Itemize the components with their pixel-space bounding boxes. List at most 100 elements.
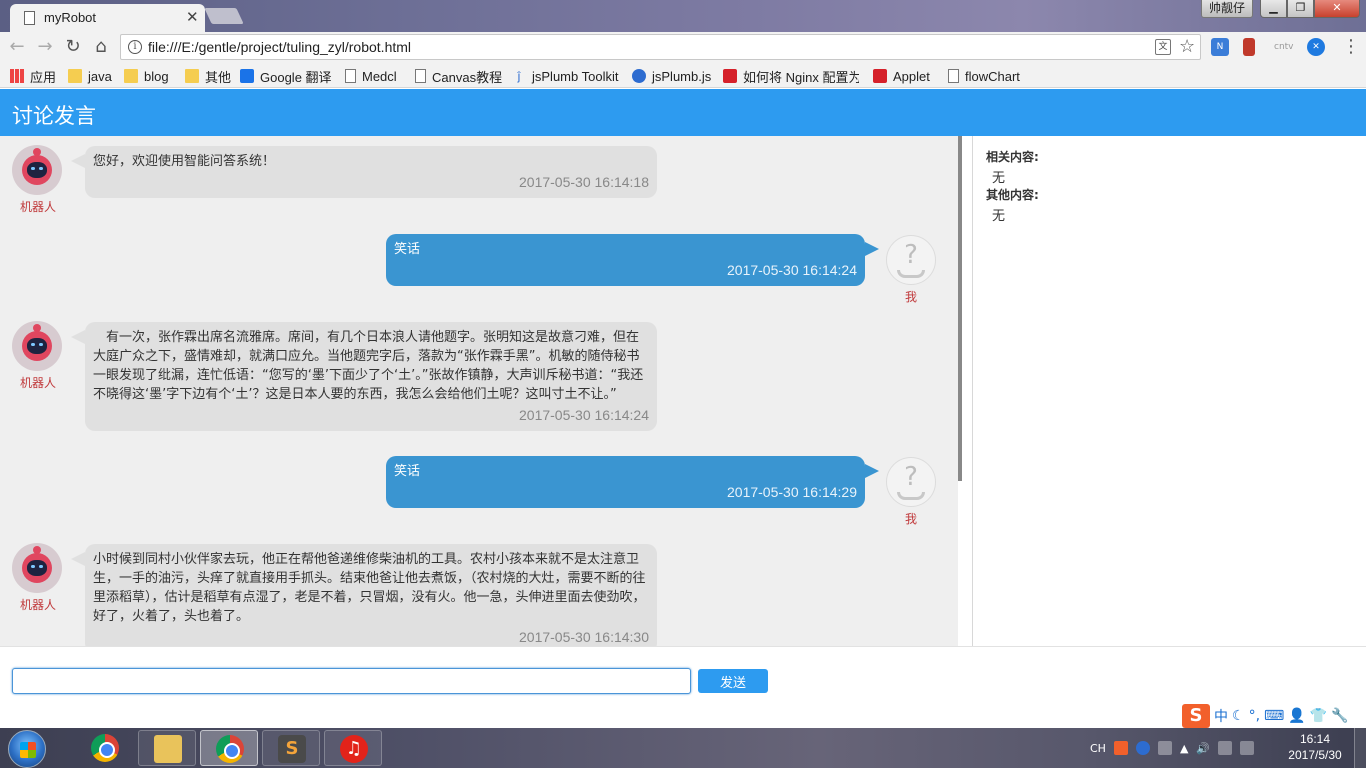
browser-menu-icon[interactable]: ⋮ [1342,36,1360,58]
sogou-tray-icon[interactable] [1113,741,1128,755]
address-bar[interactable]: i file:///E:/gentle/project/tuling_zyl/r… [120,34,1201,60]
app-header: 讨论发言 [0,89,1366,136]
user-name-label: 我 [904,512,917,526]
taskbar-chrome-window[interactable] [200,730,258,766]
chat-message-list[interactable]: 机器人 您好，欢迎使用智能问答系统！ 2017-05-30 16:14:18 笑… [0,136,958,646]
reload-icon[interactable]: ↻ [62,36,84,58]
robot-avatar [12,321,62,371]
robot-message: 小时候到同村小伙伴家去玩，他正在帮他爸递维修柴油机的工具。农村小孩本来就不是太注… [71,544,657,646]
csdn-icon [723,69,737,83]
page-icon [415,69,426,83]
robot-message: 有一次，张作霖出席名流雅席。席间，有几个日本浪人请他题字。张明知这是故意刁难，但… [71,322,657,431]
back-icon[interactable]: ← [6,36,28,58]
bookmark-blog[interactable]: blog [124,67,169,85]
globe-icon [632,69,646,83]
tab-title: myRobot [44,10,97,25]
user-avatar: ? [886,235,936,285]
extension-cntv-icon[interactable]: cntv [1274,38,1294,56]
bookmark-other[interactable]: 其他 [185,67,231,85]
user-icon[interactable]: 👤 [1288,708,1305,724]
send-button[interactable]: 发送 [698,669,768,693]
user-name-label: 我 [904,290,917,304]
punctuation-icon[interactable]: °, [1249,708,1260,724]
csdn-icon [873,69,887,83]
bookmark-canvas[interactable]: Canvas教程 [415,67,502,85]
extension-circle-icon[interactable]: ✕ [1307,38,1325,56]
home-icon[interactable]: ⌂ [90,36,112,58]
show-hidden-icons[interactable]: ▲ [1180,742,1188,755]
bookmark-medcl[interactable]: Medcl [345,67,397,85]
clock-date: 2017/5/30 [1288,748,1342,762]
taskbar-explorer[interactable] [138,730,196,766]
taskbar-netease-music[interactable]: ♫ [324,730,382,766]
bookmark-google-translate[interactable]: Google 翻译 [240,67,332,85]
site-info-icon[interactable]: i [128,40,142,54]
message-timestamp: 2017-05-30 16:14:29 [727,484,857,500]
user-avatar: ? [886,457,936,507]
bookmark-flowchart[interactable]: flowChart [948,67,1020,85]
page-icon [24,11,35,25]
forward-icon[interactable]: → [34,36,56,58]
language-indicator[interactable]: CH [1090,742,1106,755]
robot-name-label: 机器人 [19,598,56,612]
keyboard-icon[interactable]: ⌨ [1264,708,1284,724]
bookmark-nginx[interactable]: 如何将 Nginx 配置为 [723,67,859,85]
bookmark-applet[interactable]: Applet [873,67,930,85]
help-icon[interactable] [1135,741,1150,755]
ime-mode-toggle[interactable]: 中 [1214,706,1228,726]
taskbar-chrome[interactable] [76,730,134,766]
pen-icon[interactable] [1157,741,1172,755]
profile-button[interactable]: 帅靓仔 [1201,0,1253,18]
qq-icon[interactable] [1218,741,1233,755]
maximize-button[interactable]: ❐ [1287,0,1314,18]
bookmarks-bar: 应用 java blog 其他 Google 翻译 Medcl Canvas教程… [0,62,1366,88]
bookmark-apps[interactable]: 应用 [10,67,56,85]
bookmark-java[interactable]: java [68,67,112,85]
jsplumb-icon: ĵ [517,69,521,83]
chat-scrollbar[interactable] [958,136,962,481]
taskbar: S ♫ CH ▲ 🔊 16:14 2017/5/30 [0,728,1366,768]
message-text: 笑话 [394,464,421,479]
page-title: 讨论发言 [12,104,96,128]
message-text: 您好，欢迎使用智能问答系统！ [93,154,276,169]
address-url[interactable]: file:///E:/gentle/project/tuling_zyl/rob… [148,39,411,55]
sublime-text-icon: S [278,735,306,763]
minimize-button[interactable]: ▁ [1260,0,1287,18]
bookmark-jsplumb-toolkit[interactable]: ĵ jsPlumb Toolkit [512,67,619,85]
extension-bookmark-icon[interactable] [1243,38,1255,56]
show-desktop-button[interactable] [1354,728,1366,768]
other-content-label: 其他内容: [986,188,1039,202]
skin-icon[interactable]: 👕 [1310,708,1327,724]
related-content-label: 相关内容: [986,150,1039,164]
chrome-icon [216,735,244,763]
close-window-button[interactable]: ✕ [1314,0,1360,18]
sogou-ime-icon[interactable]: S [1182,704,1210,728]
bookmark-star-icon[interactable]: ☆ [1179,36,1195,57]
robot-message: 您好，欢迎使用智能问答系统！ 2017-05-30 16:14:18 [71,146,657,198]
chrome-icon [91,734,119,762]
close-tab-icon[interactable]: ✕ [186,8,199,26]
folder-icon [68,69,82,83]
system-clock[interactable]: 16:14 2017/5/30 [1280,731,1350,763]
user-message: 笑话 2017-05-30 16:14:29 [386,456,879,508]
bookmark-jsplumb-js[interactable]: jsPlumb.js [632,67,711,85]
message-composer: 发送 [0,646,1366,728]
window-controls: ▁ ❐ ✕ [1260,0,1360,18]
network-icon[interactable] [1240,741,1255,755]
translate-icon[interactable]: 文 [1155,39,1171,55]
wrench-icon[interactable]: 🔧 [1331,708,1348,724]
message-timestamp: 2017-05-30 16:14:30 [519,629,649,645]
moon-icon[interactable]: ☾ [1232,708,1245,724]
volume-icon[interactable]: 🔊 [1196,742,1210,755]
robot-avatar [12,145,62,195]
robot-name-label: 机器人 [19,376,56,390]
extension-new-icon[interactable]: N [1211,38,1229,56]
netease-music-icon: ♫ [340,735,368,763]
folder-icon [124,69,138,83]
start-button[interactable] [8,730,46,768]
browser-tab-myrobot[interactable]: myRobot ✕ [10,4,205,32]
folder-icon [154,735,182,763]
taskbar-sublime[interactable]: S [262,730,320,766]
message-input[interactable] [12,668,691,694]
new-tab-button[interactable] [204,8,244,24]
